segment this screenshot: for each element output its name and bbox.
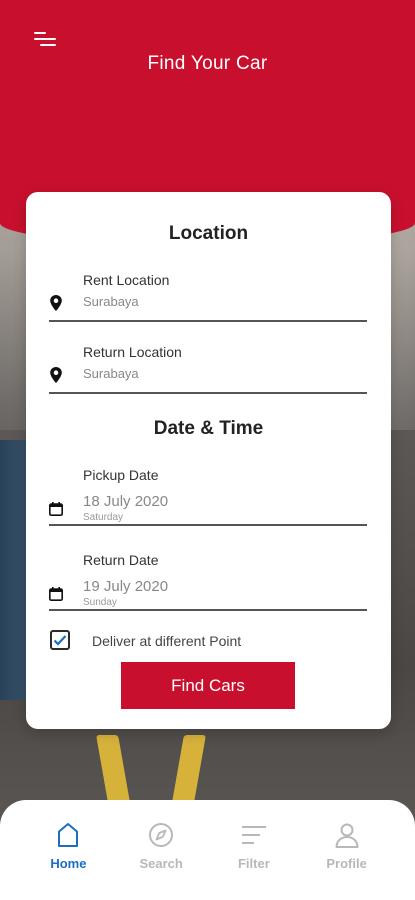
pickup-day-value: Saturday bbox=[83, 512, 124, 523]
location-pin-icon bbox=[50, 295, 62, 311]
nav-item-search[interactable]: Search bbox=[126, 822, 196, 900]
compass-icon bbox=[149, 823, 174, 847]
rent-location-field[interactable]: Surabaya bbox=[49, 288, 367, 322]
date-time-heading: Date & Time bbox=[153, 418, 264, 439]
home-icon bbox=[58, 823, 79, 847]
calendar-icon bbox=[49, 502, 63, 516]
pickup-date-label: Pickup Date bbox=[83, 467, 159, 483]
menu-icon-line bbox=[40, 44, 56, 46]
page-title: Find Your Car bbox=[147, 53, 268, 74]
menu-icon-line bbox=[34, 32, 46, 34]
nav-item-filter[interactable]: Filter bbox=[219, 822, 289, 900]
return-location-value: Surabaya bbox=[83, 366, 139, 381]
rent-location-label: Rent Location bbox=[83, 272, 170, 288]
menu-button[interactable] bbox=[34, 30, 60, 50]
return-day-value: Sunday bbox=[83, 597, 117, 608]
nav-item-profile[interactable]: Profile bbox=[312, 822, 382, 900]
location-heading: Location bbox=[168, 223, 249, 244]
find-cars-button[interactable]: Find Cars bbox=[121, 662, 295, 709]
calendar-icon bbox=[49, 587, 63, 601]
deliver-different-point-checkbox[interactable] bbox=[50, 630, 70, 650]
deliver-different-point-label: Deliver at different Point bbox=[92, 633, 242, 649]
pickup-date-field[interactable]: 18 July 2020 Saturday bbox=[49, 492, 367, 526]
search-card: Location Rent Location Surabaya Return L… bbox=[26, 192, 391, 729]
return-location-field[interactable]: Surabaya bbox=[49, 360, 367, 394]
profile-icon bbox=[335, 823, 359, 848]
menu-icon-line bbox=[34, 38, 56, 40]
nav-label-search: Search bbox=[139, 856, 183, 871]
return-location-label: Return Location bbox=[83, 344, 182, 360]
bottom-navigation: Home Search Filter Profile bbox=[0, 800, 415, 900]
location-pin-icon bbox=[50, 367, 62, 383]
filter-icon bbox=[241, 826, 266, 844]
nav-label-profile: Profile bbox=[326, 856, 367, 871]
nav-label-home: Home bbox=[50, 856, 87, 871]
rent-location-value: Surabaya bbox=[83, 294, 139, 309]
pickup-date-value: 18 July 2020 bbox=[83, 493, 169, 510]
nav-item-home[interactable]: Home bbox=[33, 822, 103, 900]
return-date-value: 19 July 2020 bbox=[83, 578, 169, 595]
return-date-label: Return Date bbox=[83, 552, 159, 568]
return-date-field[interactable]: 19 July 2020 Sunday bbox=[49, 577, 367, 611]
nav-label-filter: Filter bbox=[237, 856, 270, 871]
checkmark-icon bbox=[53, 635, 67, 646]
